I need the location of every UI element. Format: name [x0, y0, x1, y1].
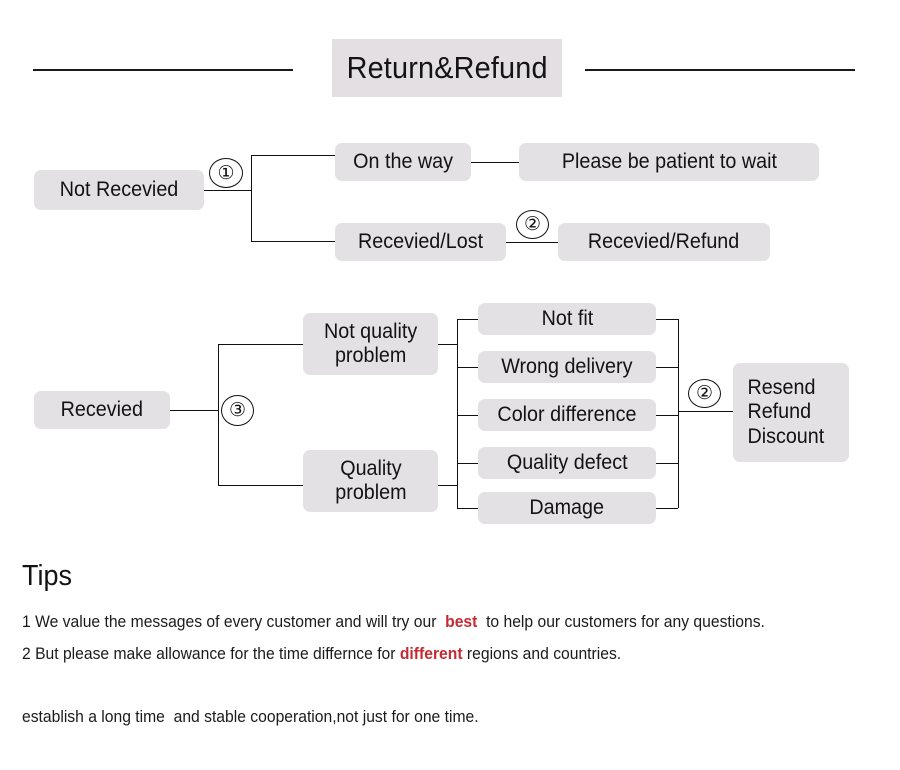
- step-marker-1: ①: [209, 158, 243, 188]
- step-marker-2a-label: ②: [523, 214, 542, 235]
- node-received: Recevied: [34, 391, 170, 429]
- connector-reason-stub-left-4: [457, 508, 478, 509]
- connector-reason-spine-left: [457, 319, 458, 508]
- node-received-refund-label: Recevied/Refund: [588, 229, 740, 253]
- node-please-wait: Please be patient to wait: [519, 143, 819, 181]
- tips-line-1-before: 1 We value the messages of every custome…: [22, 613, 446, 631]
- connector-not-quality-stub: [438, 344, 458, 345]
- node-reason-not-fit-label: Not fit: [541, 306, 593, 330]
- node-received-lost: Recevied/Lost: [335, 223, 506, 261]
- node-reason-damage: Damage: [478, 492, 656, 524]
- connector-arm-not-quality: [218, 344, 303, 345]
- node-on-the-way: On the way: [335, 143, 471, 181]
- node-not-quality-problem-label: Not quality problem: [323, 319, 418, 367]
- step-marker-1-label: ①: [217, 162, 235, 184]
- connector-reason-stub-right-0: [656, 319, 678, 320]
- tips-line-2: 2 But please make allowance for the time…: [22, 645, 621, 664]
- connector-received-lost-to-refund: [506, 242, 558, 243]
- tips-line-1-accent: best: [445, 613, 478, 631]
- page-title-box: Return&Refund: [332, 39, 562, 97]
- node-received-lost-label: Recevied/Lost: [357, 229, 484, 253]
- connector-reason-stub-right-1: [656, 367, 678, 368]
- tips-line-1: 1 We value the messages of every custome…: [22, 613, 765, 632]
- node-received-refund: Recevied/Refund: [558, 223, 770, 261]
- tips-line-2-accent: different: [399, 645, 463, 663]
- connector-reason-stub-left-2: [457, 415, 478, 416]
- node-not-quality-problem: Not quality problem: [303, 313, 438, 375]
- header-rule-right: [585, 69, 855, 71]
- tips-heading: Tips: [22, 560, 72, 592]
- connector-root-stub-2: [170, 410, 218, 411]
- step-marker-3-label: ③: [228, 400, 247, 421]
- tips-line-2-after: regions and countries.: [462, 645, 622, 663]
- node-please-wait-label: Please be patient to wait: [561, 149, 777, 173]
- tips-line-1-after: to help our customers for any questions.: [477, 613, 765, 631]
- connector-merge-to-outcome: [678, 411, 733, 412]
- node-reason-not-fit: Not fit: [478, 303, 656, 335]
- connector-arm-on-the-way: [251, 155, 335, 156]
- node-not-received-label: Not Recevied: [59, 177, 179, 201]
- connector-arm-quality: [218, 485, 303, 486]
- connector-reason-stub-right-2: [656, 415, 678, 416]
- node-reason-color-difference: Color difference: [478, 399, 656, 431]
- page-title: Return&Refund: [346, 50, 548, 85]
- connector-arm-received-lost: [251, 241, 335, 242]
- return-refund-infographic: Return&Refund Not Recevied ① On the way …: [0, 0, 900, 770]
- step-marker-2b-label: ②: [695, 383, 714, 404]
- node-reason-wrong-delivery-label: Wrong delivery: [501, 354, 633, 378]
- connector-reason-stub-right-4: [656, 508, 678, 509]
- step-marker-2a: ②: [516, 210, 549, 239]
- tips-line-2-before: 2 But please make allowance for the time…: [22, 645, 400, 663]
- node-reason-damage-label: Damage: [529, 495, 605, 519]
- node-reason-quality-defect-label: Quality defect: [506, 450, 628, 474]
- step-marker-2b: ②: [688, 379, 721, 408]
- connector-reason-stub-left-3: [457, 463, 478, 464]
- connector-bracket-2: [218, 344, 219, 485]
- connector-on-the-way-to-wait: [471, 162, 519, 163]
- connector-root-stub-1: [204, 190, 252, 191]
- node-on-the-way-label: On the way: [353, 149, 453, 173]
- connector-reason-stub-left-1: [457, 367, 478, 368]
- node-outcome-resend-refund-discount: Resend Refund Discount: [733, 363, 849, 462]
- node-reason-color-difference-label: Color difference: [497, 402, 637, 426]
- node-reason-wrong-delivery: Wrong delivery: [478, 351, 656, 383]
- node-not-received: Not Recevied: [34, 170, 204, 210]
- node-quality-problem: Quality problem: [303, 450, 438, 512]
- connector-reason-stub-left-0: [457, 319, 478, 320]
- connector-bracket-1: [251, 155, 252, 241]
- header-rule-left: [33, 69, 293, 71]
- node-outcome-label: Resend Refund Discount: [747, 375, 825, 448]
- tips-line-3: establish a long time and stable coopera…: [22, 708, 479, 726]
- node-quality-problem-label: Quality problem: [334, 456, 407, 504]
- node-received-label: Recevied: [60, 397, 144, 421]
- connector-quality-stub: [438, 485, 458, 486]
- node-reason-quality-defect: Quality defect: [478, 447, 656, 479]
- connector-reason-spine-right: [678, 319, 679, 508]
- step-marker-3: ③: [221, 395, 254, 426]
- connector-reason-stub-right-3: [656, 463, 678, 464]
